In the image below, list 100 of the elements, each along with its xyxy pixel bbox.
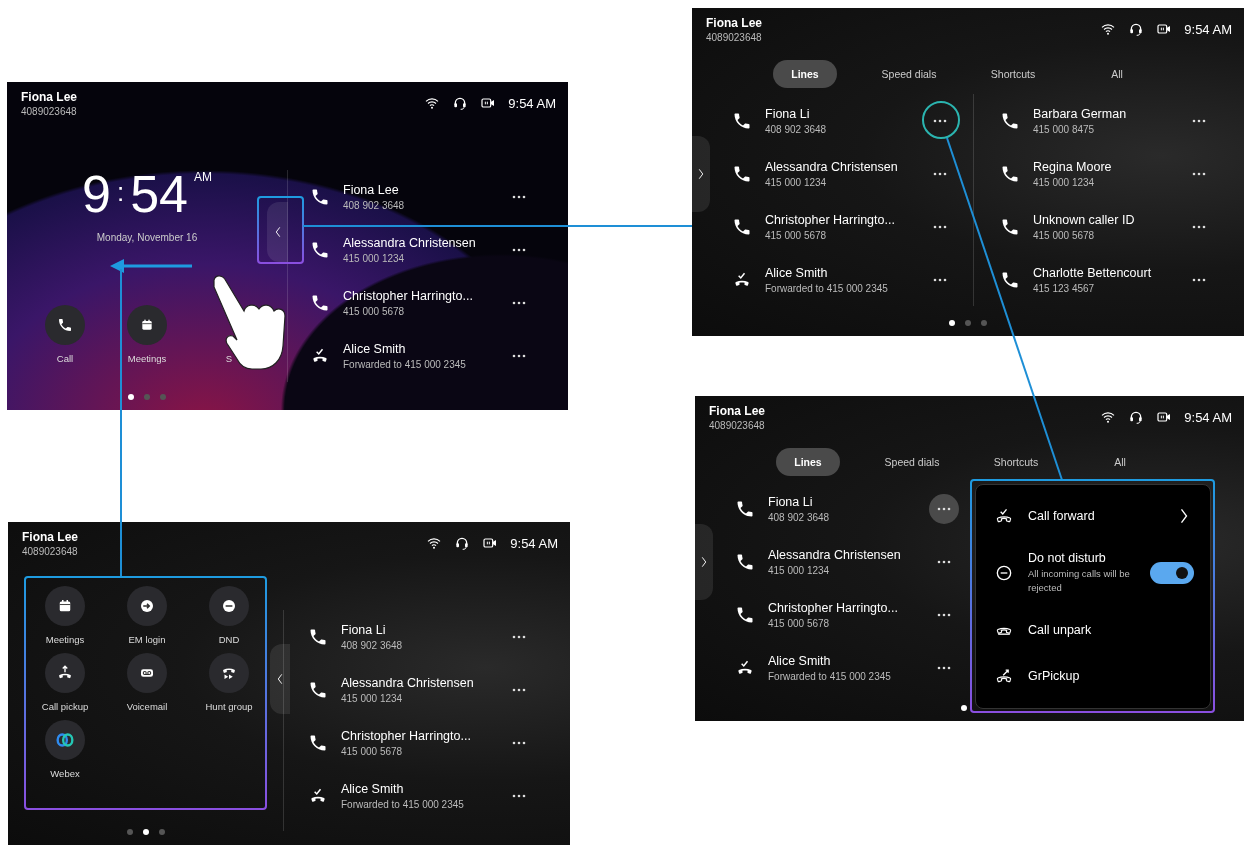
page-indicator-dot[interactable]: [126, 829, 133, 835]
highlight-frame: [257, 196, 304, 264]
tab[interactable]: All: [1093, 60, 1141, 88]
user-name: Fiona Lee: [706, 16, 762, 30]
contact-detail: 415 123 4567: [1033, 282, 1096, 294]
toggle-switch[interactable]: [1150, 562, 1194, 584]
contact-detail: 415 000 1234: [765, 176, 828, 188]
shortcut-label: Meetings: [45, 634, 85, 645]
user-name: Fiona Lee: [21, 90, 77, 104]
video-camera-icon: [480, 95, 497, 111]
tab[interactable]: Speed dials: [866, 448, 958, 476]
more-icon: [512, 740, 526, 745]
more-icon: [512, 353, 526, 358]
contact-name: Charlotte Bettencourt: [1033, 265, 1152, 280]
more-icon: [512, 194, 526, 199]
contact-name: Alessandra Christensen: [768, 547, 901, 562]
contact-name: Fiona Li: [341, 622, 387, 637]
menu-item-label[interactable]: Call forward: [1028, 509, 1160, 523]
quick-action-label: S: [225, 353, 233, 364]
menu-item-label[interactable]: Do not disturb: [1028, 550, 1136, 565]
more-icon: [1192, 171, 1206, 176]
shortcut-button[interactable]: [45, 586, 85, 626]
contact-detail: Forwarded to 415 000 2345: [341, 798, 464, 810]
contact-name: Alice Smith: [765, 265, 829, 280]
status-time: 9:54 AM: [508, 95, 556, 111]
user-name: Fiona Lee: [22, 530, 78, 544]
contact-name: Christopher Harringto...: [341, 728, 471, 743]
shortcut-button[interactable]: [45, 720, 85, 760]
contact-name: Christopher Harringto...: [343, 288, 473, 303]
user-name: Fiona Lee: [709, 404, 765, 418]
contact-detail: 415 000 1234: [1033, 176, 1096, 188]
video-camera-icon: [482, 535, 499, 551]
more-icon: [933, 171, 947, 176]
page-indicator-dot[interactable]: [142, 829, 149, 835]
shortcut-button[interactable]: [45, 653, 85, 693]
contact-detail: 415 000 1234: [343, 252, 406, 264]
wifi-icon: [1100, 409, 1117, 425]
side-panel-handle[interactable]: [270, 644, 290, 714]
headset-icon: [1128, 409, 1145, 425]
video-camera-icon: [1156, 409, 1173, 425]
minus-circle-icon: [994, 563, 1014, 583]
contact-detail: 415 000 5678: [341, 745, 404, 757]
side-panel-handle[interactable]: [695, 524, 713, 600]
more-icon: [1192, 118, 1206, 123]
menu-item-label[interactable]: GrPickup: [1028, 669, 1194, 683]
shortcut-label: Webex: [50, 768, 80, 779]
menu-item-label[interactable]: Call unpark: [1028, 623, 1194, 637]
tab[interactable]: Lines: [773, 60, 837, 88]
quick-action-button[interactable]: [127, 305, 167, 345]
contact-detail: 415 000 1234: [341, 692, 404, 704]
status-time: 9:54 AM: [510, 535, 558, 551]
contact-detail: 408 902 3648: [343, 199, 405, 211]
quick-action-button[interactable]: [45, 305, 85, 345]
headset-icon: [452, 95, 469, 111]
side-panel-handle[interactable]: [692, 136, 710, 212]
contact-name: Alessandra Christensen: [341, 675, 474, 690]
page-indicator-dot[interactable]: [965, 320, 971, 326]
contact-name: Barbara German: [1033, 106, 1127, 121]
page-indicator-dot[interactable]: [160, 394, 166, 400]
more-icon: [937, 612, 951, 617]
page-indicator-dot[interactable]: [961, 705, 967, 711]
contact-name: Unknown caller ID: [1033, 212, 1135, 227]
video-camera-icon: [1156, 21, 1173, 37]
page-indicator-dot[interactable]: [981, 320, 987, 326]
shortcut-label: DND: [218, 634, 240, 645]
page-indicator-dot[interactable]: [949, 320, 955, 326]
contact-name: Alice Smith: [768, 653, 832, 668]
clock-minutes: 54: [130, 166, 188, 222]
shortcut-label: Hunt group: [205, 701, 253, 712]
shortcut-button[interactable]: [209, 653, 249, 693]
contact-detail: 408 902 3648: [765, 123, 827, 135]
contact-detail: Forwarded to 415 000 2345: [768, 670, 891, 682]
more-icon: [512, 247, 526, 252]
contact-detail: 408 902 3648: [341, 639, 403, 651]
more-icon: [512, 687, 526, 692]
page-indicator-dot[interactable]: [128, 394, 134, 400]
shortcut-label: Voicemail: [126, 701, 168, 712]
tab[interactable]: Shortcuts: [975, 448, 1057, 476]
tab[interactable]: Speed dials: [863, 60, 955, 88]
side-panel-handle[interactable]: [267, 202, 288, 262]
shortcut-button[interactable]: [209, 586, 249, 626]
calendar-icon: [139, 317, 155, 333]
contact-name: Christopher Harringto...: [768, 600, 898, 615]
page-indicator-dot[interactable]: [158, 829, 165, 835]
wifi-icon: [424, 95, 441, 111]
shortcut-button[interactable]: [127, 653, 167, 693]
contact-detail: 415 000 5678: [1033, 229, 1096, 241]
more-icon: [937, 665, 951, 670]
shortcut-label: EM login: [128, 634, 166, 645]
page-indicator-dot[interactable]: [144, 394, 150, 400]
tab[interactable]: Shortcuts: [972, 60, 1054, 88]
tab[interactable]: Lines: [776, 448, 840, 476]
phone-icon: [57, 317, 73, 333]
more-icon: [1192, 277, 1206, 282]
more-icon: [1192, 224, 1206, 229]
shortcut-button[interactable]: [127, 586, 167, 626]
more-icon: [512, 634, 526, 639]
more-icon: [937, 506, 951, 511]
tab[interactable]: All: [1096, 448, 1144, 476]
more-options-button[interactable]: [929, 493, 959, 524]
